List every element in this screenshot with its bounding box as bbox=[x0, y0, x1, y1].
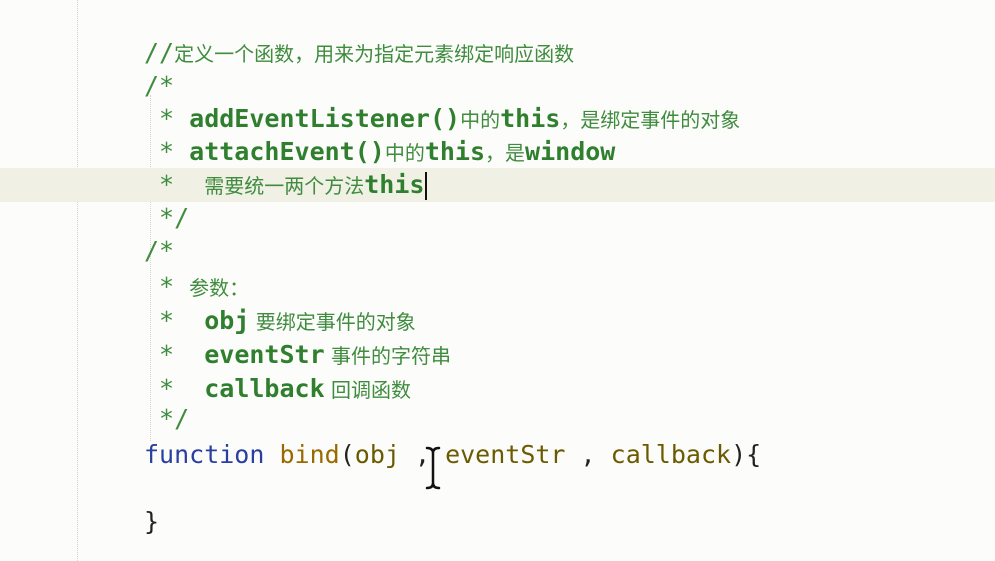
param-obj: obj bbox=[354, 440, 400, 469]
text-ibeam-cursor-icon bbox=[425, 446, 441, 490]
code-line-2[interactable]: /* bbox=[144, 69, 174, 102]
keyword-function: function bbox=[144, 440, 265, 469]
code-line-13[interactable]: function bind(obj , eventStr , callback)… bbox=[144, 438, 761, 471]
text-caret bbox=[425, 172, 428, 200]
code-line-15[interactable]: } bbox=[144, 505, 159, 538]
param-callback: callback bbox=[610, 440, 732, 469]
param-eventStr: eventStr bbox=[445, 440, 566, 469]
code-line-11[interactable]: * callback 回调函数 bbox=[144, 372, 411, 405]
code-editor[interactable]: //定义一个函数，用来为指定元素绑定响应函数 /* * addEventList… bbox=[0, 0, 995, 561]
code-line-3[interactable]: * addEventListener()中的this，是绑定事件的对象 bbox=[144, 102, 740, 135]
code-line-7[interactable]: /* bbox=[144, 234, 174, 267]
comment-text: 定义一个函数，用来为指定元素绑定响应函数 bbox=[174, 42, 575, 66]
code-line-12[interactable]: */ bbox=[144, 402, 189, 435]
code-line-9[interactable]: * obj 要绑定事件的对象 bbox=[144, 304, 416, 337]
code-line-5[interactable]: * 需要统一两个方法this bbox=[144, 168, 428, 201]
code-line-6[interactable]: */ bbox=[144, 201, 189, 234]
code-line-8[interactable]: * 参数： bbox=[144, 270, 249, 303]
function-name: bind bbox=[279, 440, 340, 469]
code-line-1[interactable]: //定义一个函数，用来为指定元素绑定响应函数 bbox=[144, 36, 574, 69]
indent-guide bbox=[77, 0, 78, 561]
code-line-10[interactable]: * eventStr 事件的字符串 bbox=[144, 338, 451, 371]
code-line-4[interactable]: * attachEvent()中的this，是window bbox=[144, 135, 615, 168]
